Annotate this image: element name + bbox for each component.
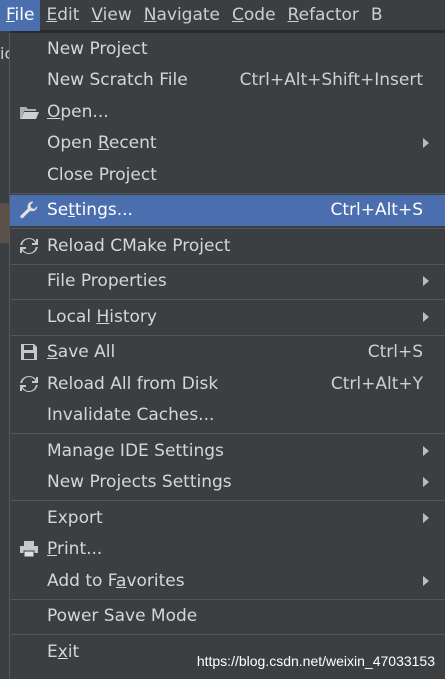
printer-icon: [18, 534, 40, 566]
menu-item-label: Print...: [47, 539, 103, 560]
menu-item-power-save-mode[interactable]: Power Save Mode: [10, 601, 445, 633]
submenu-arrow-icon: [423, 445, 429, 456]
menu-item-label: Save All: [47, 342, 116, 363]
menu-code[interactable]: Code: [226, 0, 282, 31]
shortcut-label: Ctrl+Alt+Shift+Insert: [239, 70, 423, 91]
menu-item-label: Open Recent: [47, 133, 157, 154]
wrench-icon: [18, 195, 40, 227]
menu-item-label: Settings...: [47, 200, 133, 221]
menu-item-label: Power Save Mode: [47, 606, 198, 627]
menu-item-label: Export: [47, 507, 103, 528]
menu-item-export[interactable]: Export: [10, 502, 445, 534]
folder-open-icon: [18, 96, 40, 128]
menu-item-label: New Projects Settings: [47, 472, 232, 493]
submenu-arrow-icon: [423, 512, 429, 523]
menu-file[interactable]: File: [0, 0, 41, 31]
menu-view[interactable]: View: [85, 0, 137, 31]
menu-item-file-properties[interactable]: File Properties: [10, 266, 445, 298]
menu-item-manage-ide-settings[interactable]: Manage IDE Settings: [10, 435, 445, 467]
menu-item-label: Open...: [47, 101, 109, 122]
menu-item-label: Invalidate Caches...: [47, 405, 215, 426]
menu-item-close-project[interactable]: Close Project: [10, 159, 445, 191]
menu-refactor[interactable]: Refactor: [282, 0, 365, 31]
menu-item-label: Close Project: [47, 164, 157, 185]
menu-item-label: File Properties: [47, 271, 167, 292]
menu-edit[interactable]: Edit: [40, 0, 85, 31]
menu-bar: File Edit View Navigate Code Refactor B: [0, 0, 445, 31]
shortcut-label: Ctrl+Alt+Y: [330, 373, 423, 394]
menu-item-open-recent[interactable]: Open Recent: [10, 128, 445, 160]
submenu-arrow-icon: [423, 311, 429, 322]
submenu-arrow-icon: [423, 138, 429, 149]
menu-item-label: Reload All from Disk: [47, 373, 219, 394]
menu-item-open[interactable]: Open...: [10, 96, 445, 128]
menu-item-new-scratch-file[interactable]: New Scratch File Ctrl+Alt+Shift+Insert: [10, 65, 445, 97]
menu-item-label: Manage IDE Settings: [47, 440, 224, 461]
shortcut-label: Ctrl+Alt+S: [330, 200, 423, 221]
submenu-arrow-icon: [423, 477, 429, 488]
save-icon: [18, 337, 40, 369]
menu-item-reload-all[interactable]: Reload All from Disk Ctrl+Alt+Y: [10, 368, 445, 400]
menu-item-reload-cmake[interactable]: Reload CMake Project: [10, 230, 445, 262]
submenu-arrow-icon: [423, 575, 429, 586]
menu-item-label: Exit: [47, 641, 80, 662]
menu-item-label: Local History: [47, 306, 157, 327]
reload-icon: [18, 368, 40, 400]
menu-item-new-project[interactable]: New Project: [10, 33, 445, 65]
menu-item-label: New Scratch File: [47, 70, 188, 91]
menu-item-save-all[interactable]: Save All Ctrl+S: [10, 337, 445, 369]
menu-item-settings[interactable]: Settings... Ctrl+Alt+S: [10, 194, 445, 227]
menu-build[interactable]: B: [365, 0, 389, 31]
reload-icon: [18, 230, 40, 262]
file-menu-dropdown: New Project New Scratch File Ctrl+Alt+Sh…: [9, 33, 445, 679]
watermark-url: https://blog.csdn.net/weixin_47033153: [196, 653, 435, 669]
shortcut-label: Ctrl+S: [367, 342, 423, 363]
submenu-arrow-icon: [423, 276, 429, 287]
menu-item-label: Add to Favorites: [47, 570, 185, 591]
menu-item-invalidate-caches[interactable]: Invalidate Caches...: [10, 400, 445, 432]
menu-item-add-to-favorites[interactable]: Add to Favorites: [10, 565, 445, 597]
menu-item-local-history[interactable]: Local History: [10, 301, 445, 333]
menu-item-new-projects-settings[interactable]: New Projects Settings: [10, 467, 445, 499]
menu-item-label: Reload CMake Project: [47, 235, 231, 256]
menu-navigate[interactable]: Navigate: [138, 0, 226, 31]
menu-item-print[interactable]: Print...: [10, 534, 445, 566]
menu-item-label: New Project: [47, 38, 148, 59]
